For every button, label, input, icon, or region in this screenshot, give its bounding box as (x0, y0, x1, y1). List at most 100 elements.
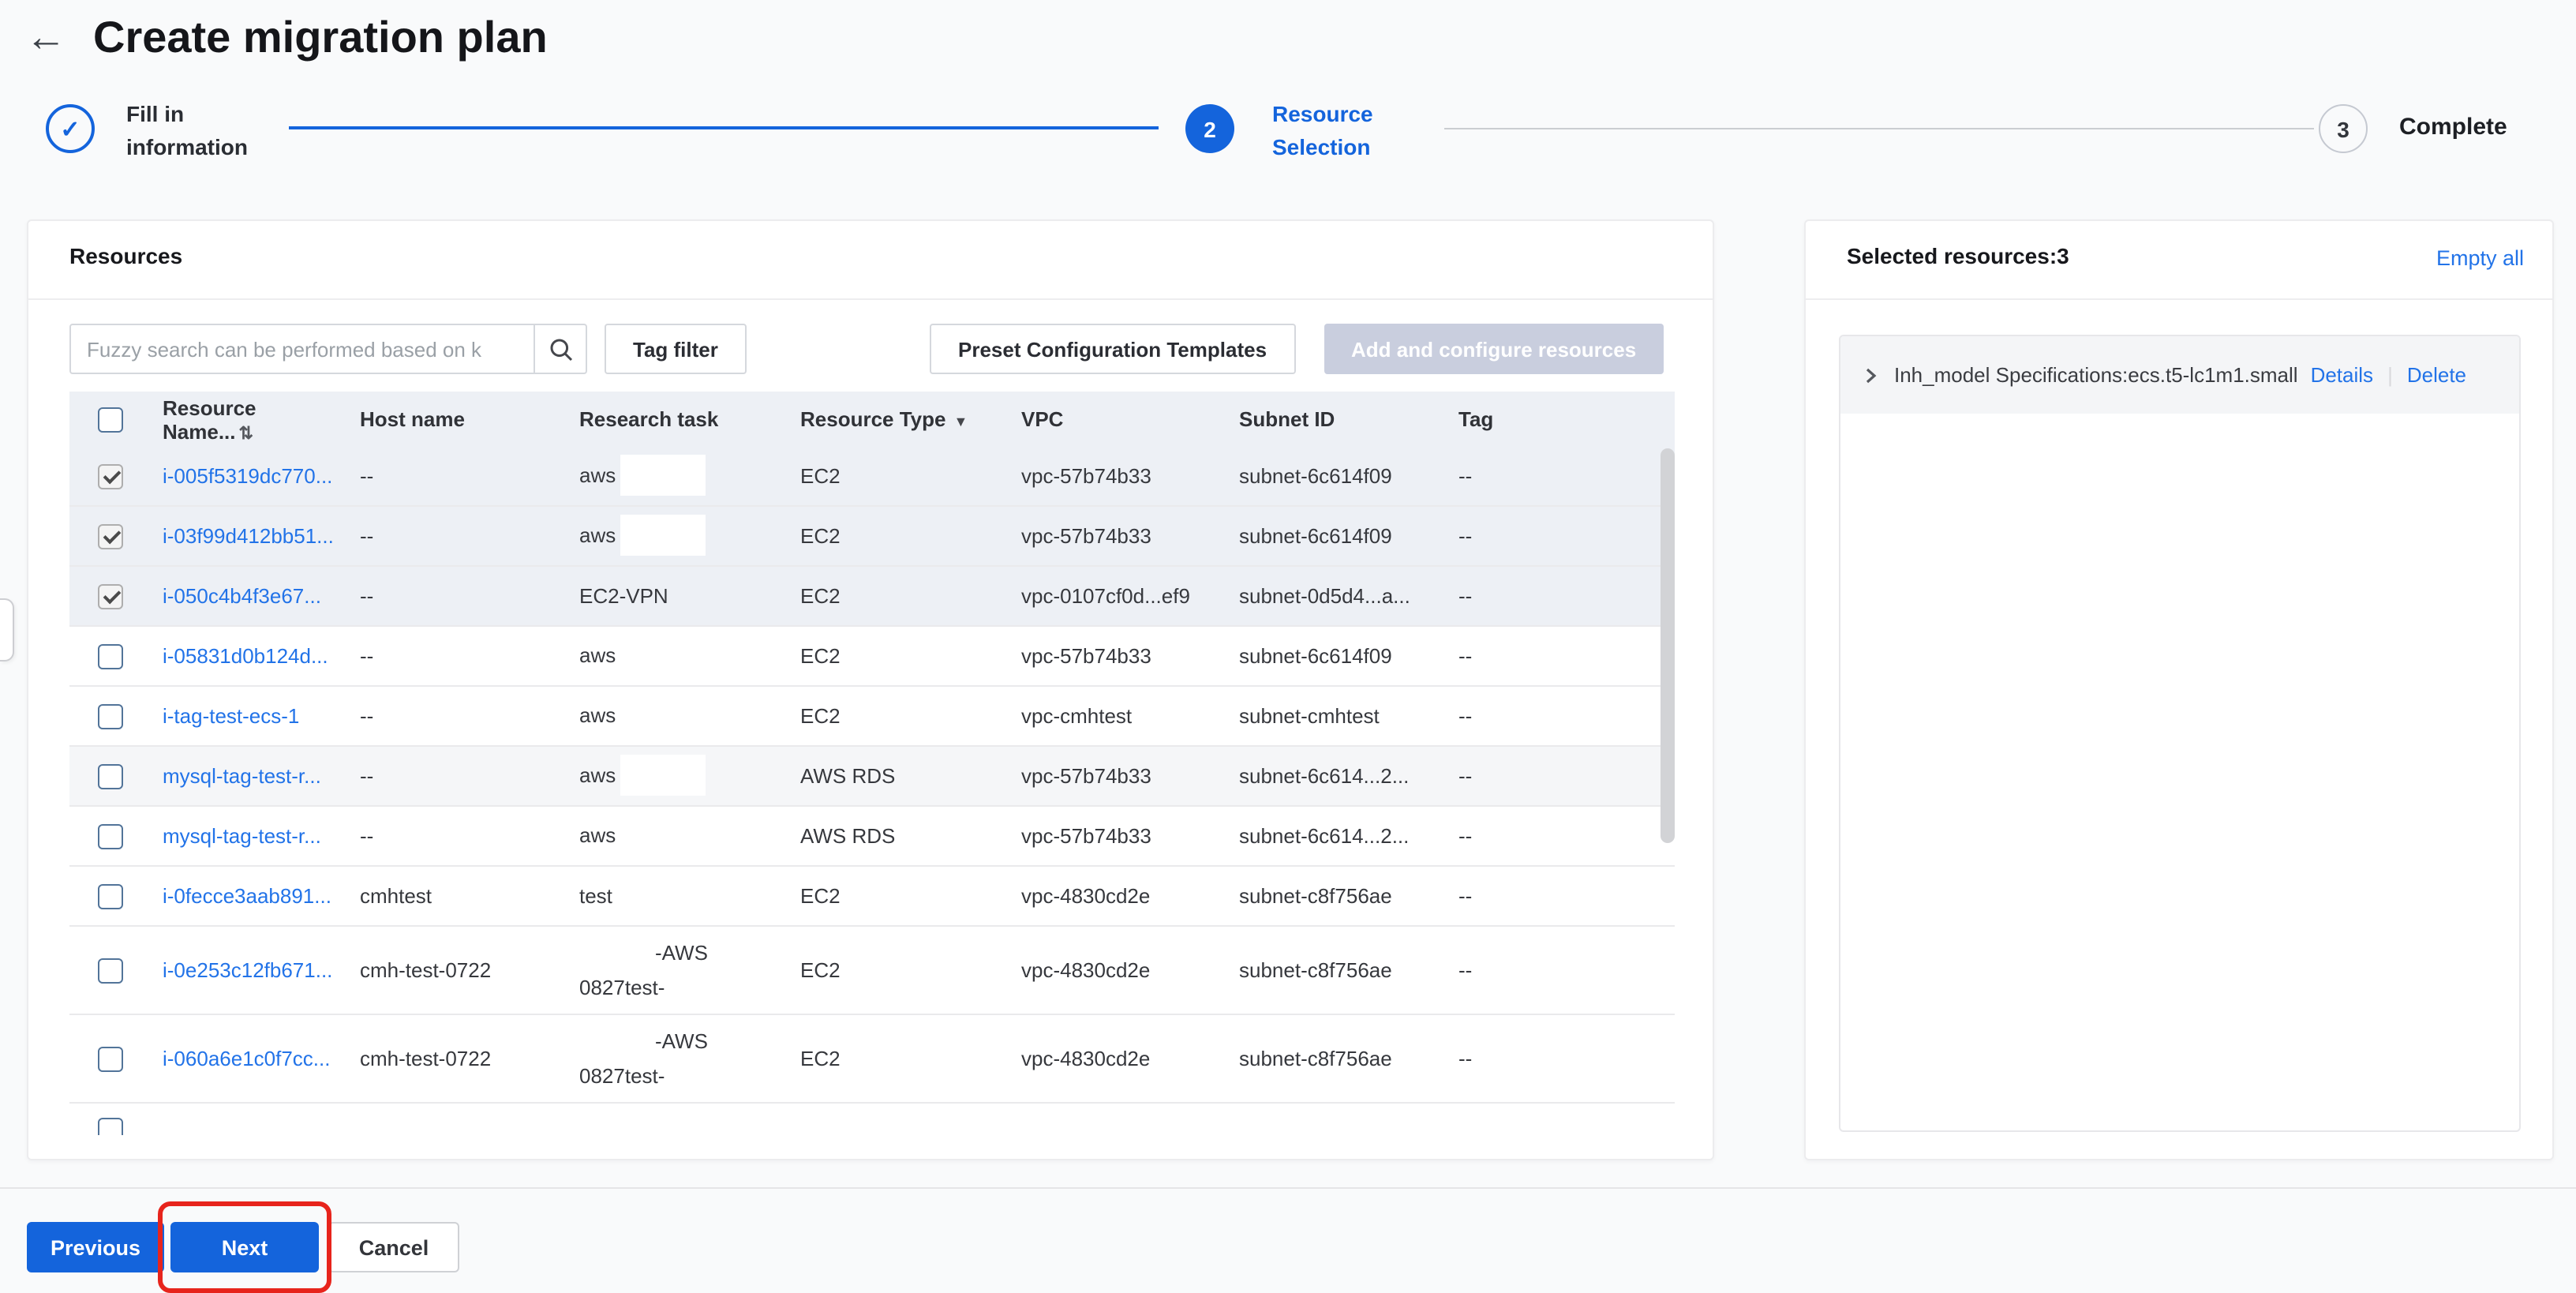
column-header-resource-name[interactable]: Resource Name... (152, 395, 350, 443)
row-checkbox[interactable] (98, 523, 123, 549)
subnet-id-cell: subnet-c8f756ae (1239, 884, 1392, 908)
resource-type-cell: EC2 (800, 464, 841, 488)
research-line1: -AWS (579, 935, 791, 970)
search-input[interactable] (71, 325, 534, 373)
redaction-box (582, 1024, 652, 1059)
resource-name-cell: mysql-tag-test-r... (152, 764, 350, 788)
table-row: i-03f99d412bb51... -- aws EC2 vpc-57b74b33 su… (69, 507, 1675, 567)
resource-name-link[interactable]: mysql-tag-test-r... (163, 824, 321, 848)
host-name-cell: -- (360, 524, 374, 548)
step2-circle: 2 (1185, 104, 1234, 153)
checkbox-cell (69, 583, 152, 609)
vpc-cell: vpc-4830cd2e (1021, 884, 1151, 908)
research-line2: 0827test- (579, 970, 791, 1005)
empty-all-link[interactable]: Empty all (2436, 246, 2524, 270)
selected-resources-panel: Selected resources:3 Empty all Inh_model… (1804, 219, 2554, 1160)
back-arrow-icon[interactable]: ← (25, 13, 66, 60)
step2-label-line2: Selection (1272, 134, 1371, 159)
subnet-id-cell: subnet-6c614f09 (1239, 644, 1392, 668)
row-checkbox[interactable] (98, 703, 123, 729)
research-task-cell: -AWS 0827test- (570, 1024, 791, 1093)
research-task-cell: aws (570, 514, 791, 555)
column-header-resource-type[interactable]: Resource Type (791, 407, 1012, 431)
resource-name-link[interactable]: i-050c4b4f3e67... (163, 584, 321, 608)
resource-name-link[interactable]: i-tag-test-ecs-1 (163, 704, 299, 728)
resource-type-cell: EC2 (800, 704, 841, 728)
preset-configuration-templates-button[interactable]: Preset Configuration Templates (930, 324, 1296, 374)
select-all-checkbox[interactable] (98, 407, 123, 432)
resource-type-cell: EC2 (800, 584, 841, 608)
previous-button[interactable]: Previous (27, 1222, 164, 1272)
resource-type-cell: AWS RDS (800, 824, 896, 848)
research-task-cell: EC2-VPN (579, 584, 668, 608)
resource-name-link[interactable]: mysql-tag-test-r... (163, 764, 321, 788)
redaction-box (620, 814, 706, 855)
checkbox-cell (69, 703, 152, 729)
checkbox-cell (69, 523, 152, 549)
add-and-configure-resources-button[interactable]: Add and configure resources (1324, 324, 1664, 374)
resource-name-cell: i-05831d0b124d... (152, 644, 350, 668)
column-header-vpc: VPC (1021, 407, 1064, 431)
tag-cell: -- (1458, 884, 1473, 908)
subnet-id-cell: subnet-6c614...2... (1239, 764, 1410, 788)
sort-icon[interactable] (239, 424, 253, 443)
filter-dropdown-icon[interactable] (954, 414, 968, 429)
tag-filter-button[interactable]: Tag filter (605, 324, 747, 374)
tag-cell: -- (1458, 644, 1473, 668)
resource-name-link[interactable]: i-005f5319dc770... (163, 464, 332, 488)
tag-cell: -- (1458, 764, 1473, 788)
checkbox-cell (69, 463, 152, 489)
step2-number: 2 (1204, 116, 1216, 141)
checkbox-cell (69, 958, 152, 983)
resource-name-link[interactable]: i-0fecce3aab891... (163, 884, 331, 908)
row-checkbox[interactable] (98, 958, 123, 983)
vpc-cell: vpc-0107cf0d...ef9 (1021, 584, 1190, 608)
step1-circle (46, 104, 95, 153)
search-button[interactable] (534, 325, 586, 373)
vpc-cell: vpc-57b74b33 (1021, 764, 1151, 788)
cancel-button[interactable]: Cancel (328, 1222, 459, 1272)
resource-name-link[interactable]: i-05831d0b124d... (163, 644, 328, 668)
vpc-cell: vpc-4830cd2e (1021, 1047, 1151, 1070)
research-task-cell: aws (570, 454, 791, 495)
step1-label-line1: Fill in (126, 101, 185, 126)
table-row: i-05831d0b124d... -- aws EC2 vpc-57b74b33 sub… (69, 627, 1675, 687)
redaction-box (620, 454, 706, 495)
tag-cell: -- (1458, 704, 1473, 728)
host-name-cell: -- (360, 644, 374, 668)
tag-cell: -- (1458, 1047, 1473, 1070)
row-checkbox[interactable] (98, 763, 123, 789)
tag-cell: -- (1458, 824, 1473, 848)
subnet-id-cell: subnet-c8f756ae (1239, 958, 1392, 982)
selected-resources-title: Selected resources:3 (1847, 243, 2069, 268)
host-name-cell: -- (360, 764, 374, 788)
row-checkbox[interactable] (98, 1046, 123, 1071)
table-row: i-060a6e1c0f7cc... cmh-test-0722 -AWS 0827t… (69, 1015, 1675, 1104)
resource-name-link[interactable]: i-0e253c12fb671... (163, 958, 332, 982)
research-line2: 0827test- (579, 1059, 791, 1093)
row-checkbox[interactable] (98, 643, 123, 669)
search-box (69, 324, 587, 374)
row-checkbox[interactable] (98, 823, 123, 849)
resource-name-link[interactable]: i-03f99d412bb51... (163, 524, 334, 548)
row-checkbox[interactable] (98, 883, 123, 909)
resource-name-cell: mysql-tag-test-r... (152, 824, 350, 848)
column-header-host-name: Host name (360, 407, 465, 431)
vpc-cell: vpc-cmhtest (1021, 704, 1133, 728)
row-checkbox[interactable] (98, 583, 123, 609)
next-button[interactable]: Next (170, 1222, 319, 1272)
table-row: i-050c4b4f3e67... -- EC2-VPN EC2 vpc-0107cf0… (69, 567, 1675, 627)
resource-name-link[interactable]: i-060a6e1c0f7cc... (163, 1047, 330, 1070)
resources-title: Resources (69, 243, 183, 268)
resource-type-cell: EC2 (800, 958, 841, 982)
delete-link[interactable]: Delete (2407, 363, 2466, 387)
chevron-right-icon[interactable] (1863, 365, 1878, 384)
research-task-cell: aws (570, 694, 791, 735)
research-line1: -AWS (579, 1024, 791, 1059)
row-checkbox[interactable] (98, 1117, 123, 1135)
sidebar-collapse-handle[interactable] (0, 598, 14, 661)
vpc-cell: vpc-57b74b33 (1021, 524, 1151, 548)
table-scrollbar-thumb[interactable] (1661, 448, 1675, 843)
details-link[interactable]: Details (2311, 363, 2374, 387)
row-checkbox[interactable] (98, 463, 123, 489)
